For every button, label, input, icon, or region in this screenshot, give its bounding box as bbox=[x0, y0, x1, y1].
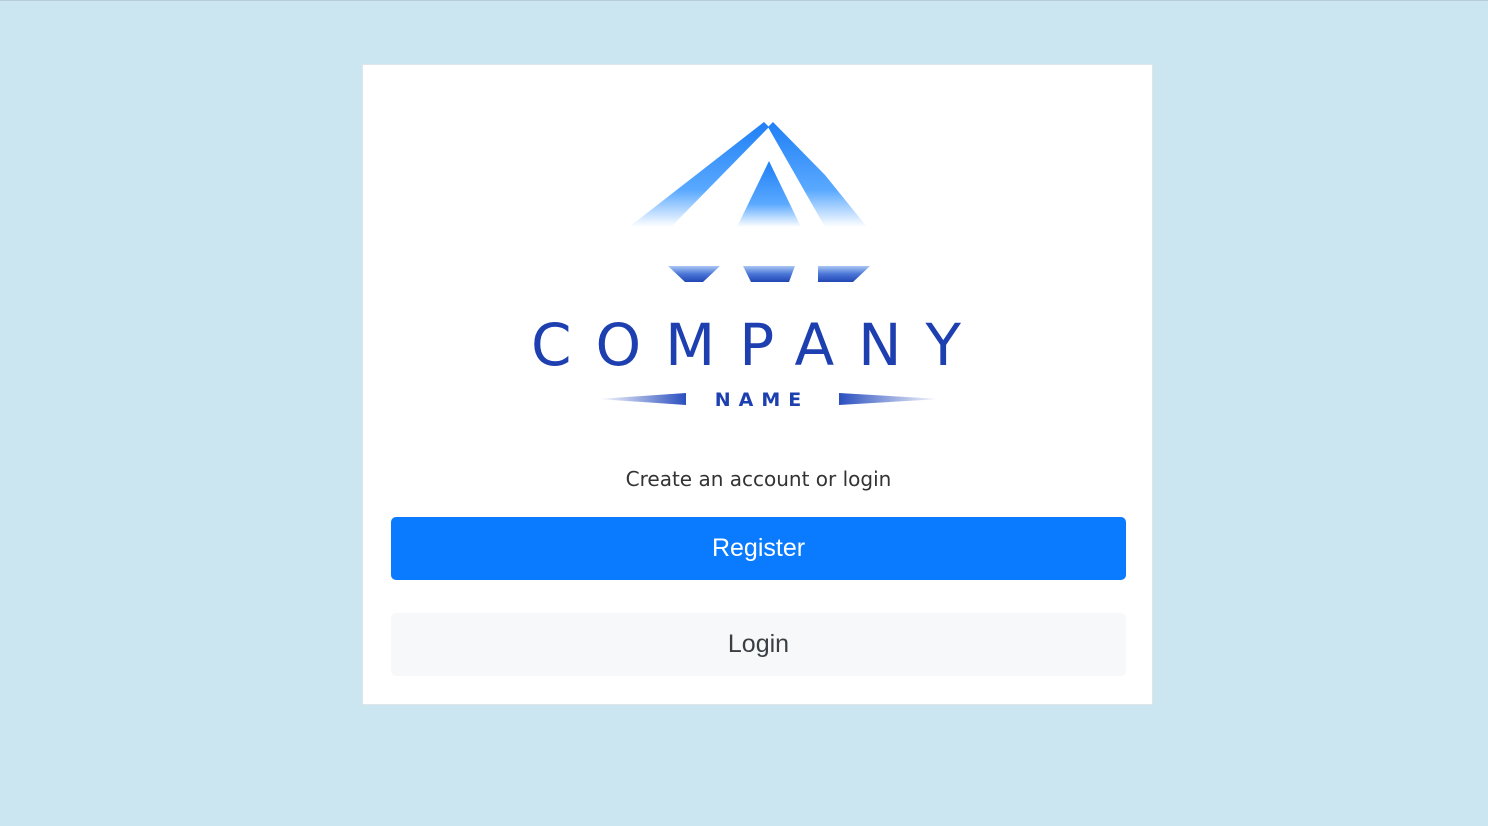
diamond-logo-graphic: COMPANY NAME bbox=[531, 122, 985, 411]
register-button[interactable]: Register bbox=[391, 517, 1126, 580]
auth-prompt: Create an account or login bbox=[625, 467, 892, 491]
top-border bbox=[0, 0, 1488, 1]
company-wordmark: COMPANY bbox=[531, 311, 985, 379]
name-wordmark: NAME bbox=[715, 389, 810, 411]
login-button[interactable]: Login bbox=[391, 613, 1126, 676]
company-logo: COMPANY NAME bbox=[363, 65, 1154, 445]
diamond-icon bbox=[629, 122, 870, 282]
auth-card: COMPANY NAME Create an account or login … bbox=[362, 64, 1153, 705]
left-accent-line bbox=[598, 393, 686, 405]
right-accent-line bbox=[839, 393, 941, 405]
